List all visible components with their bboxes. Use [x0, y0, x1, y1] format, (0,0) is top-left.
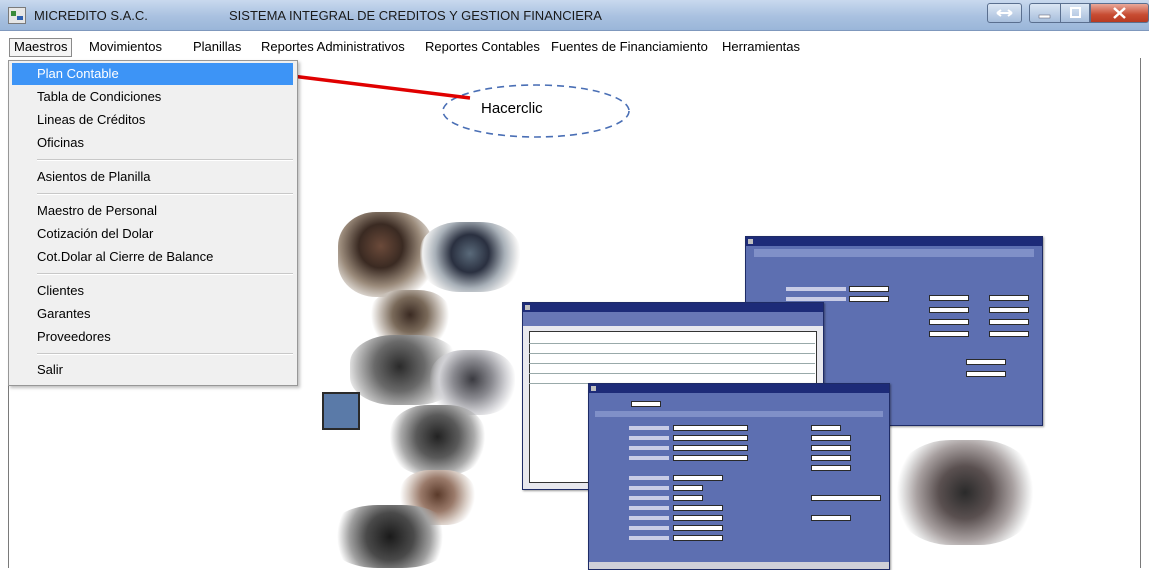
menu-item-garantes[interactable]: Garantes: [12, 303, 293, 325]
menu-item-asientos-de-planilla[interactable]: Asientos de Planilla: [12, 166, 293, 188]
menu-item-salir[interactable]: Salir: [12, 359, 293, 381]
menu-item-plan-contable[interactable]: Plan Contable: [12, 63, 293, 85]
menu-item-tabla-de-condiciones[interactable]: Tabla de Condiciones: [12, 86, 293, 108]
red-arrow-icon: [291, 74, 471, 100]
menu-item-proveedores[interactable]: Proveedores: [12, 326, 293, 348]
menu-separator: [37, 193, 293, 195]
menu-item-cot-dolar-cierre-balance[interactable]: Cot.Dolar al Cierre de Balance: [12, 246, 293, 268]
callout-text: Hacerclic: [481, 100, 543, 117]
menu-item-cotizacion-del-dolar[interactable]: Cotización del Dolar: [12, 223, 293, 245]
menu-item-salir-label: Salir: [37, 362, 64, 377]
menu-separator: [37, 159, 293, 161]
menu-item-oficinas[interactable]: Oficinas: [12, 132, 293, 154]
menu-item-clientes[interactable]: Clientes: [12, 280, 293, 302]
menu-separator: [37, 273, 293, 275]
menu-item-lineas-de-creditos[interactable]: Lineas de Créditos: [12, 109, 293, 131]
maestros-dropdown-menu: Plan Contable Tabla de Condiciones Linea…: [8, 60, 298, 386]
menu-separator: [37, 353, 293, 355]
menu-item-maestro-de-personal[interactable]: Maestro de Personal: [12, 200, 293, 222]
